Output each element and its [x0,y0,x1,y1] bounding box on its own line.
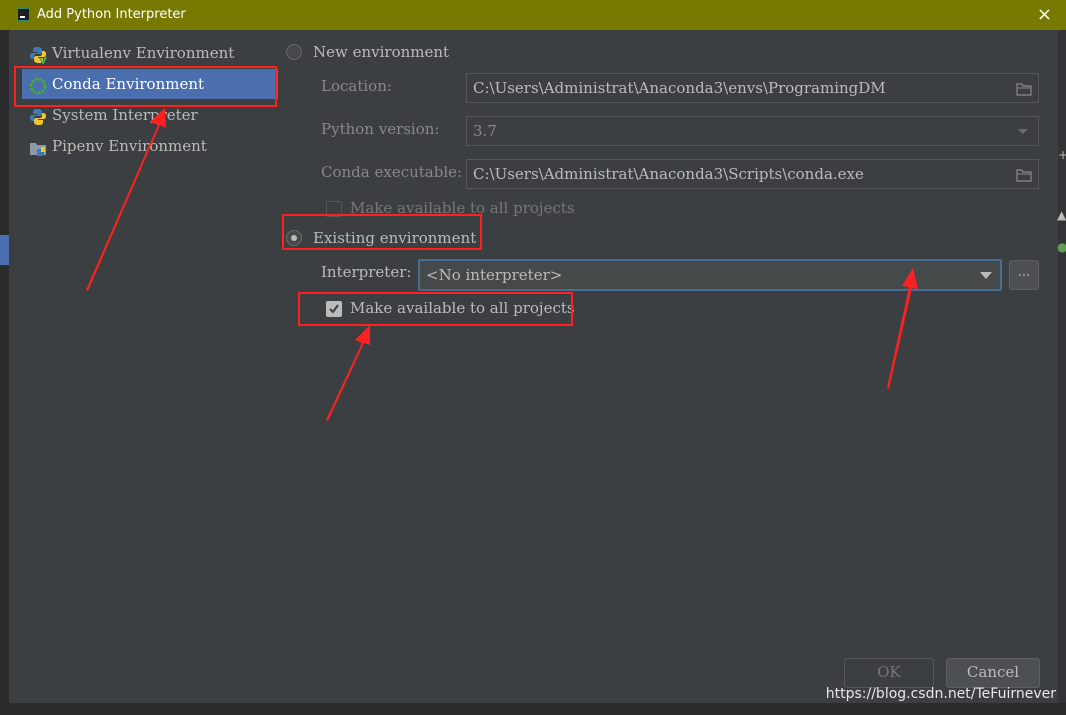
sidebar-item-label: Virtualenv Environment [52,44,235,62]
chevron-down-icon [980,272,992,279]
title-bar: Add Python Interpreter × [0,0,1066,30]
python-icon [29,108,46,125]
watermark-text: https://blog.csdn.net/TeFuirnever [825,686,1056,702]
interpreter-value: <No interpreter> [426,266,563,284]
interpreter-label: Interpreter: [321,263,412,281]
location-label: Location: [321,77,392,95]
sidebar-item-pipenv[interactable]: Pipenv Environment [22,131,278,161]
sidebar-item-virtualenv[interactable]: Virtualenv Environment [22,38,278,68]
chevron-down-icon [1018,129,1028,134]
conda-executable-label: Conda executable: [321,163,463,181]
python-version-label: Python version: [321,120,440,138]
add-python-interpreter-dialog: Add Python Interpreter × + ▲ ● Virtualen… [0,0,1066,715]
background-status-icon: ● [1057,240,1066,254]
new-environment-radio[interactable]: New environment [286,40,486,66]
left-window-edge [0,30,9,715]
folder-icon[interactable] [1016,168,1032,182]
sidebar-item-conda[interactable]: Conda Environment [22,69,278,99]
background-selection-strip [0,235,9,265]
pipenv-icon [29,139,46,156]
bottom-window-edge [0,703,1066,715]
existing-env-make-available-checkbox[interactable]: Make available to all projects [326,298,575,322]
cancel-button[interactable]: Cancel [946,658,1040,688]
conda-executable-field[interactable]: C:\Users\Administrat\Anaconda3\Scripts\c… [466,159,1039,189]
background-scroll-icon: ▲ [1057,208,1066,222]
sidebar-item-system-interpreter[interactable]: System Interpreter [22,100,278,130]
virtualenv-icon [29,46,47,64]
new-environment-label: New environment [313,43,450,61]
background-plus-icon: + [1058,148,1066,162]
checkbox-box[interactable] [326,201,342,217]
checkbox-checked-icon[interactable] [326,301,342,317]
sidebar-item-label: Pipenv Environment [52,137,207,155]
existing-environment-label: Existing environment [313,229,477,247]
new-env-make-available-label: Make available to all projects [350,199,575,217]
sidebar-item-label: System Interpreter [52,106,198,124]
conda-icon [29,77,47,95]
new-environment-radio-button[interactable] [286,44,302,60]
folder-icon[interactable] [1016,82,1032,96]
location-value: C:\Users\Administrat\Anaconda3\envs\Prog… [473,79,886,97]
location-field[interactable]: C:\Users\Administrat\Anaconda3\envs\Prog… [466,73,1039,103]
browse-interpreter-button[interactable]: ... [1009,260,1039,290]
interpreter-dropdown[interactable]: <No interpreter> [418,259,1002,291]
arrow-to-checkbox [326,325,370,421]
sidebar-item-label: Conda Environment [52,75,205,93]
ok-button[interactable]: OK [844,658,934,688]
close-icon[interactable]: × [1037,4,1052,25]
window-title: Add Python Interpreter [37,7,186,22]
existing-env-make-available-label: Make available to all projects [350,299,575,317]
right-window-edge: + ▲ ● [1057,30,1066,715]
conda-executable-value: C:\Users\Administrat\Anaconda3\Scripts\c… [473,165,864,183]
existing-environment-radio-button[interactable] [286,230,302,246]
existing-environment-radio[interactable]: Existing environment [286,226,476,252]
python-version-value: 3.7 [473,122,497,140]
environment-type-list: Virtualenv Environment Conda Environment… [16,36,278,236]
new-env-make-available-checkbox[interactable]: Make available to all projects [326,198,586,222]
pycharm-icon [17,8,30,21]
python-version-select[interactable]: 3.7 [466,116,1039,146]
